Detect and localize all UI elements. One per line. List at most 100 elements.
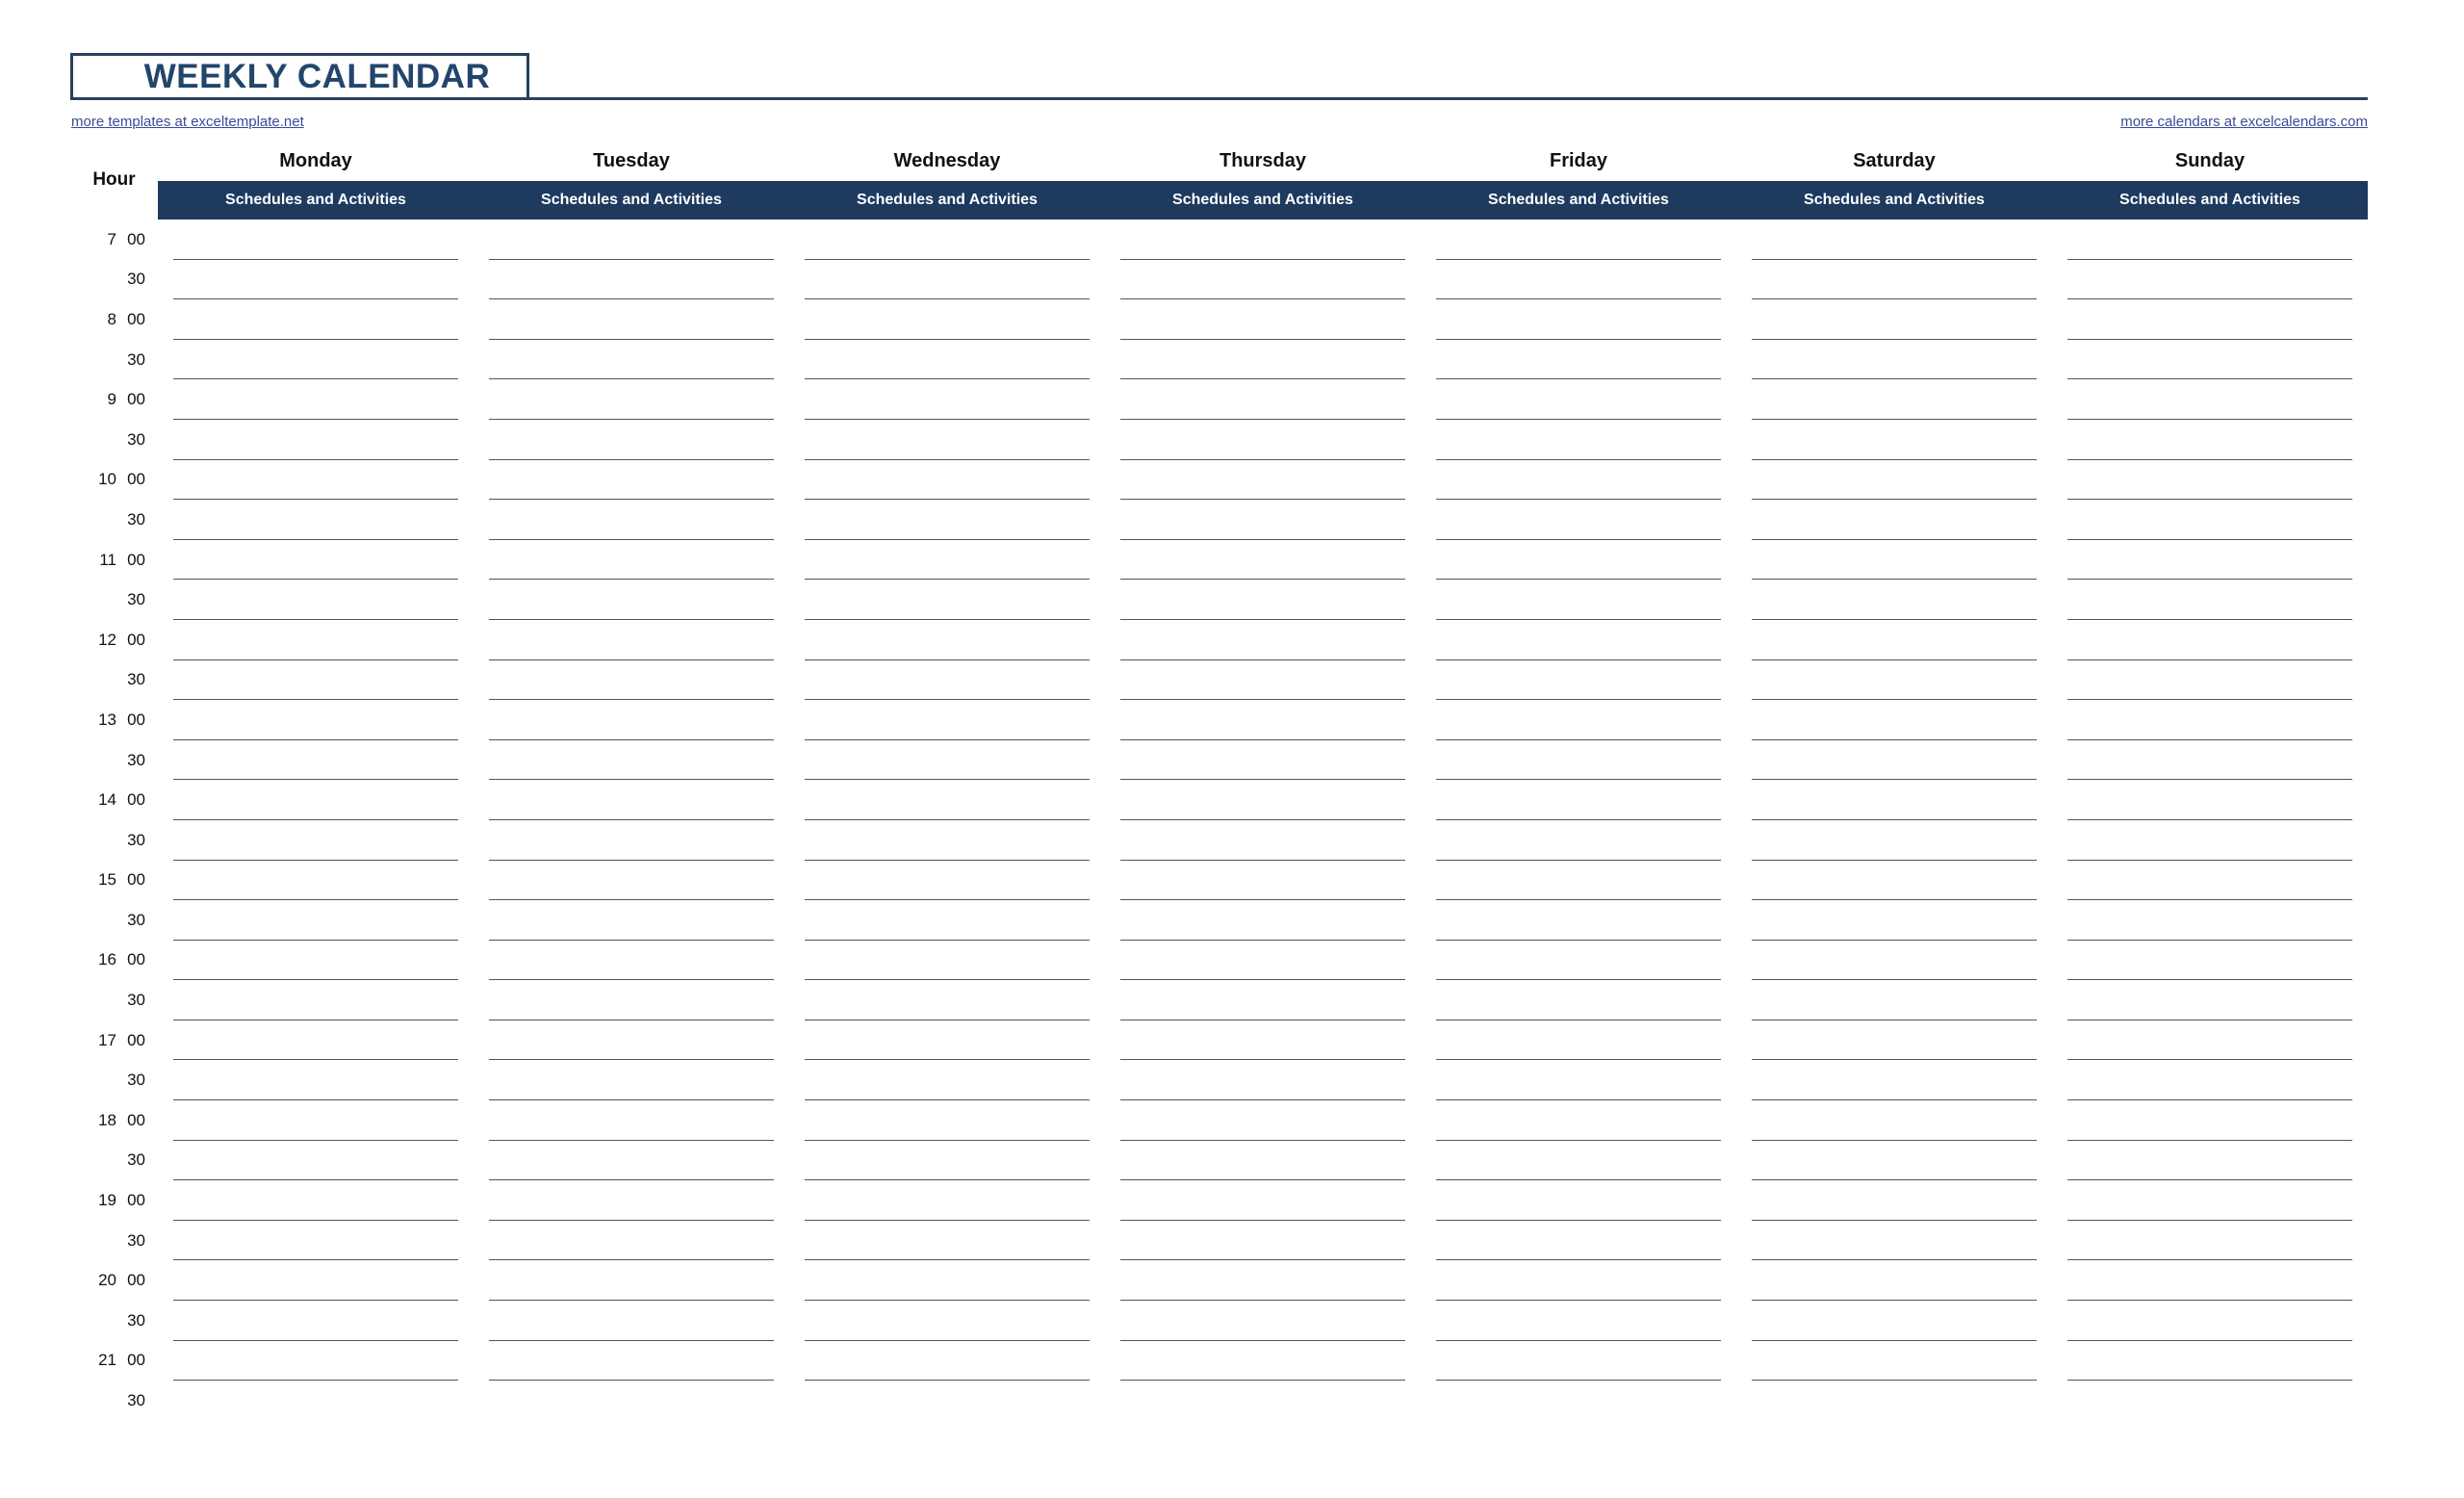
schedule-entry-cell[interactable] bbox=[474, 500, 789, 540]
schedule-entry-cell[interactable] bbox=[158, 980, 474, 1020]
schedule-entry-cell[interactable] bbox=[789, 1020, 1105, 1061]
schedule-entry-cell[interactable] bbox=[158, 940, 474, 981]
schedule-entry-cell[interactable] bbox=[1421, 1340, 1736, 1382]
schedule-entry-cell[interactable] bbox=[2052, 780, 2368, 820]
schedule-entry-cell[interactable] bbox=[2052, 339, 2368, 380]
schedule-entry-cell[interactable] bbox=[2052, 539, 2368, 581]
schedule-entry-cell[interactable] bbox=[474, 580, 789, 620]
schedule-entry-cell[interactable] bbox=[1105, 940, 1421, 981]
schedule-entry-cell[interactable] bbox=[789, 780, 1105, 820]
schedule-entry-cell[interactable] bbox=[1105, 1180, 1421, 1221]
schedule-entry-cell[interactable] bbox=[1421, 780, 1736, 820]
schedule-entry-cell[interactable] bbox=[158, 819, 474, 861]
schedule-entry-cell[interactable] bbox=[1421, 619, 1736, 660]
schedule-entry-cell[interactable] bbox=[1105, 580, 1421, 620]
schedule-entry-cell[interactable] bbox=[1105, 819, 1421, 861]
schedule-entry-cell[interactable] bbox=[1105, 1140, 1421, 1181]
schedule-entry-cell[interactable] bbox=[1736, 980, 2052, 1020]
schedule-entry-cell[interactable] bbox=[158, 1340, 474, 1382]
schedule-entry-cell[interactable] bbox=[789, 539, 1105, 581]
schedule-entry-cell[interactable] bbox=[1421, 900, 1736, 941]
schedule-entry-cell[interactable] bbox=[158, 1060, 474, 1101]
schedule-entry-cell[interactable] bbox=[1736, 580, 2052, 620]
schedule-entry-cell[interactable] bbox=[1105, 1060, 1421, 1101]
schedule-entry-cell[interactable] bbox=[1421, 1020, 1736, 1061]
schedule-entry-cell[interactable] bbox=[1736, 1060, 2052, 1101]
schedule-entry-cell[interactable] bbox=[1736, 1180, 2052, 1221]
schedule-entry-cell[interactable] bbox=[1105, 299, 1421, 340]
schedule-entry-cell[interactable] bbox=[2052, 299, 2368, 340]
schedule-entry-cell[interactable] bbox=[158, 500, 474, 540]
schedule-entry-cell[interactable] bbox=[1105, 780, 1421, 820]
schedule-entry-cell[interactable] bbox=[1421, 739, 1736, 781]
schedule-entry-cell[interactable] bbox=[789, 379, 1105, 420]
schedule-entry-cell[interactable] bbox=[2052, 1381, 2368, 1421]
schedule-entry-cell[interactable] bbox=[789, 1140, 1105, 1181]
schedule-entry-cell[interactable] bbox=[1421, 339, 1736, 380]
schedule-entry-cell[interactable] bbox=[2052, 1340, 2368, 1382]
schedule-entry-cell[interactable] bbox=[474, 739, 789, 781]
schedule-entry-cell[interactable] bbox=[474, 1020, 789, 1061]
schedule-entry-cell[interactable] bbox=[789, 459, 1105, 501]
schedule-entry-cell[interactable] bbox=[158, 539, 474, 581]
schedule-entry-cell[interactable] bbox=[1105, 619, 1421, 660]
schedule-entry-cell[interactable] bbox=[789, 1340, 1105, 1382]
schedule-entry-cell[interactable] bbox=[2052, 379, 2368, 420]
schedule-entry-cell[interactable] bbox=[1736, 700, 2052, 740]
schedule-entry-cell[interactable] bbox=[474, 780, 789, 820]
schedule-entry-cell[interactable] bbox=[474, 819, 789, 861]
schedule-entry-cell[interactable] bbox=[2052, 739, 2368, 781]
schedule-entry-cell[interactable] bbox=[1421, 1301, 1736, 1341]
schedule-entry-cell[interactable] bbox=[789, 619, 1105, 660]
schedule-entry-cell[interactable] bbox=[1736, 1381, 2052, 1421]
excelcalendars-link[interactable]: more calendars at excelcalendars.com bbox=[2120, 114, 2368, 130]
schedule-entry-cell[interactable] bbox=[789, 980, 1105, 1020]
schedule-entry-cell[interactable] bbox=[2052, 860, 2368, 901]
schedule-entry-cell[interactable] bbox=[1736, 339, 2052, 380]
schedule-entry-cell[interactable] bbox=[1736, 379, 2052, 420]
schedule-entry-cell[interactable] bbox=[1421, 1100, 1736, 1141]
schedule-entry-cell[interactable] bbox=[2052, 459, 2368, 501]
schedule-entry-cell[interactable] bbox=[1105, 1381, 1421, 1421]
schedule-entry-cell[interactable] bbox=[1421, 1140, 1736, 1181]
schedule-entry-cell[interactable] bbox=[1421, 860, 1736, 901]
schedule-entry-cell[interactable] bbox=[789, 339, 1105, 380]
schedule-entry-cell[interactable] bbox=[2052, 900, 2368, 941]
schedule-entry-cell[interactable] bbox=[158, 900, 474, 941]
schedule-entry-cell[interactable] bbox=[474, 459, 789, 501]
schedule-entry-cell[interactable] bbox=[789, 700, 1105, 740]
schedule-entry-cell[interactable] bbox=[158, 619, 474, 660]
schedule-entry-cell[interactable] bbox=[1736, 819, 2052, 861]
schedule-entry-cell[interactable] bbox=[1105, 700, 1421, 740]
schedule-entry-cell[interactable] bbox=[1736, 739, 2052, 781]
schedule-entry-cell[interactable] bbox=[1421, 379, 1736, 420]
schedule-entry-cell[interactable] bbox=[1105, 220, 1421, 260]
schedule-entry-cell[interactable] bbox=[1736, 539, 2052, 581]
schedule-entry-cell[interactable] bbox=[2052, 1140, 2368, 1181]
schedule-entry-cell[interactable] bbox=[158, 1301, 474, 1341]
schedule-entry-cell[interactable] bbox=[1105, 1100, 1421, 1141]
schedule-entry-cell[interactable] bbox=[158, 1180, 474, 1221]
schedule-entry-cell[interactable] bbox=[2052, 1180, 2368, 1221]
schedule-entry-cell[interactable] bbox=[2052, 1220, 2368, 1261]
schedule-entry-cell[interactable] bbox=[1105, 379, 1421, 420]
schedule-entry-cell[interactable] bbox=[2052, 700, 2368, 740]
schedule-entry-cell[interactable] bbox=[474, 1340, 789, 1382]
schedule-entry-cell[interactable] bbox=[1105, 419, 1421, 460]
schedule-entry-cell[interactable] bbox=[789, 659, 1105, 701]
schedule-entry-cell[interactable] bbox=[158, 419, 474, 460]
schedule-entry-cell[interactable] bbox=[1736, 1340, 2052, 1382]
schedule-entry-cell[interactable] bbox=[158, 220, 474, 260]
schedule-entry-cell[interactable] bbox=[2052, 419, 2368, 460]
schedule-entry-cell[interactable] bbox=[1736, 900, 2052, 941]
schedule-entry-cell[interactable] bbox=[1421, 659, 1736, 701]
schedule-entry-cell[interactable] bbox=[2052, 659, 2368, 701]
schedule-entry-cell[interactable] bbox=[474, 1140, 789, 1181]
schedule-entry-cell[interactable] bbox=[474, 619, 789, 660]
schedule-entry-cell[interactable] bbox=[2052, 619, 2368, 660]
schedule-entry-cell[interactable] bbox=[1105, 459, 1421, 501]
schedule-entry-cell[interactable] bbox=[1105, 1301, 1421, 1341]
schedule-entry-cell[interactable] bbox=[1105, 980, 1421, 1020]
schedule-entry-cell[interactable] bbox=[158, 700, 474, 740]
schedule-entry-cell[interactable] bbox=[789, 1260, 1105, 1302]
